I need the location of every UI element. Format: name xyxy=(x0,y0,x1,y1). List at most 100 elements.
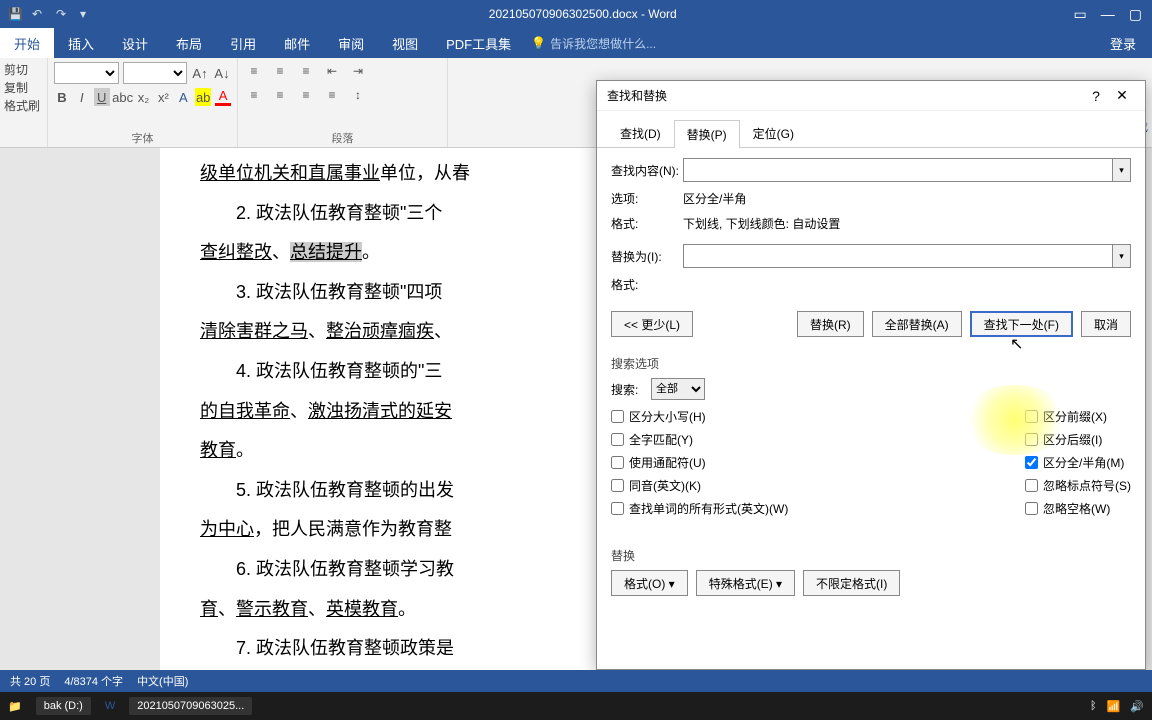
bullet-list-icon[interactable]: ≡ xyxy=(244,62,264,80)
align-left-icon[interactable]: ≡ xyxy=(244,86,264,104)
subscript-button[interactable]: x₂ xyxy=(136,88,152,106)
chk-punct[interactable]: 忽略标点符号(S) xyxy=(1025,477,1131,494)
cancel-button[interactable]: 取消 xyxy=(1081,311,1131,337)
window-title: 202105070906302500.docx - Word xyxy=(102,7,1064,21)
italic-button[interactable]: I xyxy=(74,88,90,106)
number-list-icon[interactable]: ≡ xyxy=(270,62,290,80)
tab-layout[interactable]: 布局 xyxy=(162,28,216,58)
noformat-button[interactable]: 不限定格式(I) xyxy=(803,570,900,596)
align-right-icon[interactable]: ≡ xyxy=(296,86,316,104)
cut-button[interactable]: 剪切 xyxy=(4,61,43,78)
replace-section-header: 替换 xyxy=(611,547,1131,564)
taskbar-doc[interactable]: 2021050709063025... xyxy=(129,697,252,715)
tab-review[interactable]: 审阅 xyxy=(324,28,378,58)
highlight-button[interactable]: ab xyxy=(195,88,211,106)
ribbon-options-icon[interactable]: ▭ xyxy=(1074,6,1087,23)
network-icon[interactable]: 📶 xyxy=(1107,700,1121,713)
shrink-font-icon[interactable]: A↓ xyxy=(213,64,231,82)
options-label: 选项: xyxy=(611,190,683,207)
font-family-select[interactable] xyxy=(54,62,119,84)
language-status[interactable]: 中文(中国) xyxy=(137,673,188,689)
underline-button[interactable]: U xyxy=(94,88,110,106)
chk-soundslike[interactable]: 同音(英文)(K) xyxy=(611,477,788,494)
undo-icon[interactable]: ↶ xyxy=(32,7,46,21)
chk-wholeword[interactable]: 全字匹配(Y) xyxy=(611,431,788,448)
taskbar-drive[interactable]: bak (D:) xyxy=(36,697,91,715)
chk-suffix[interactable]: 区分后缀(I) xyxy=(1025,431,1131,448)
explorer-icon[interactable]: 📁 xyxy=(8,700,22,713)
chk-fullhalf[interactable]: 区分全/半角(M) xyxy=(1025,454,1131,471)
multilevel-list-icon[interactable]: ≡ xyxy=(296,62,316,80)
tab-references[interactable]: 引用 xyxy=(216,28,270,58)
maximize-icon[interactable]: ▢ xyxy=(1129,6,1142,23)
tab-insert[interactable]: 插入 xyxy=(54,28,108,58)
copy-button[interactable]: 复制 xyxy=(4,79,43,96)
align-center-icon[interactable]: ≡ xyxy=(270,86,290,104)
less-button[interactable]: << 更少(L) xyxy=(611,311,693,337)
redo-icon[interactable]: ↷ xyxy=(56,7,70,21)
chk-wordforms[interactable]: 查找单词的所有形式(英文)(W) xyxy=(611,500,788,517)
font-color-button[interactable]: A xyxy=(215,88,231,106)
findnext-button[interactable]: 查找下一处(F) xyxy=(970,311,1073,337)
close-icon[interactable]: ✕ xyxy=(1109,87,1135,104)
grow-font-icon[interactable]: A↑ xyxy=(191,64,209,82)
search-direction-select[interactable]: 全部 xyxy=(651,378,705,400)
increase-indent-icon[interactable]: ⇥ xyxy=(348,62,368,80)
qat-dropdown-icon[interactable]: ▾ xyxy=(80,7,94,21)
text-effects-button[interactable]: A xyxy=(175,88,191,106)
word-count[interactable]: 4/8374 个字 xyxy=(64,673,123,689)
chk-matchcase[interactable]: 区分大小写(H) xyxy=(611,408,788,425)
tab-replace[interactable]: 替换(P) xyxy=(674,120,740,148)
tab-home[interactable]: 开始 xyxy=(0,28,54,58)
volume-icon[interactable]: 🔊 xyxy=(1130,700,1144,713)
format-menu-button[interactable]: 格式(O) ▾ xyxy=(611,570,688,596)
options-value: 区分全/半角 xyxy=(683,190,746,207)
chk-prefix[interactable]: 区分前缀(X) xyxy=(1025,408,1131,425)
line-spacing-icon[interactable]: ↕ xyxy=(348,86,368,104)
help-icon[interactable]: ? xyxy=(1083,88,1109,104)
chk-wildcards[interactable]: 使用通配符(U) xyxy=(611,454,788,471)
decrease-indent-icon[interactable]: ⇤ xyxy=(322,62,342,80)
chevron-down-icon[interactable]: ▾ xyxy=(1112,245,1130,267)
save-icon[interactable]: 💾 xyxy=(8,7,22,21)
font-size-select[interactable] xyxy=(123,62,188,84)
format-value: 下划线, 下划线颜色: 自动设置 xyxy=(683,215,840,232)
word-icon[interactable]: W xyxy=(105,700,115,712)
findwhat-label: 查找内容(N): xyxy=(611,162,683,179)
tab-mail[interactable]: 邮件 xyxy=(270,28,324,58)
replaceall-button[interactable]: 全部替换(A) xyxy=(872,311,962,337)
find-replace-dialog: 查找和替换 ? ✕ 查找(D) 替换(P) 定位(G) 查找内容(N): ▾ 选… xyxy=(596,80,1146,670)
justify-icon[interactable]: ≡ xyxy=(322,86,342,104)
font-group-label: 字体 xyxy=(132,130,154,146)
format-painter-button[interactable]: 格式刷 xyxy=(4,97,43,114)
replacewith-label: 替换为(I): xyxy=(611,248,683,265)
special-menu-button[interactable]: 特殊格式(E) ▾ xyxy=(696,570,795,596)
dialog-title: 查找和替换 xyxy=(607,87,1083,104)
tab-find[interactable]: 查找(D) xyxy=(607,119,674,147)
superscript-button[interactable]: x² xyxy=(156,88,172,106)
tell-me-search[interactable]: 💡告诉我您想做什么... xyxy=(531,35,656,52)
login-link[interactable]: 登录 xyxy=(1110,34,1152,53)
taskbar: 📁 bak (D:) W 2021050709063025... ᛒ 📶 🔊 xyxy=(0,692,1152,720)
replacewith-input[interactable]: ▾ xyxy=(683,244,1131,268)
status-bar: 共 20 页 4/8374 个字 中文(中国) xyxy=(0,670,1152,692)
chevron-down-icon[interactable]: ▾ xyxy=(1112,159,1130,181)
format2-label: 格式: xyxy=(611,276,683,293)
replace-button[interactable]: 替换(R) xyxy=(797,311,864,337)
font-group: A↑ A↓ B I U abc x₂ x² A ab A 字体 xyxy=(48,58,238,147)
bold-button[interactable]: B xyxy=(54,88,70,106)
format-label: 格式: xyxy=(611,215,683,232)
tab-view[interactable]: 视图 xyxy=(378,28,432,58)
minimize-icon[interactable]: — xyxy=(1101,6,1115,22)
bluetooth-icon[interactable]: ᛒ xyxy=(1090,700,1097,713)
strikethrough-button[interactable]: abc xyxy=(114,88,132,106)
clipboard-group: 剪切 复制 格式刷 xyxy=(0,58,48,147)
search-options-header: 搜索选项 xyxy=(611,355,1131,372)
tab-goto[interactable]: 定位(G) xyxy=(740,119,807,147)
tab-design[interactable]: 设计 xyxy=(108,28,162,58)
tab-pdf[interactable]: PDF工具集 xyxy=(432,28,525,58)
page-count[interactable]: 共 20 页 xyxy=(10,673,50,689)
paragraph-group: ≡ ≡ ≡ ⇤ ⇥ ≡ ≡ ≡ ≡ ↕ 段落 xyxy=(238,58,448,147)
chk-space[interactable]: 忽略空格(W) xyxy=(1025,500,1131,517)
findwhat-input[interactable]: ▾ xyxy=(683,158,1131,182)
